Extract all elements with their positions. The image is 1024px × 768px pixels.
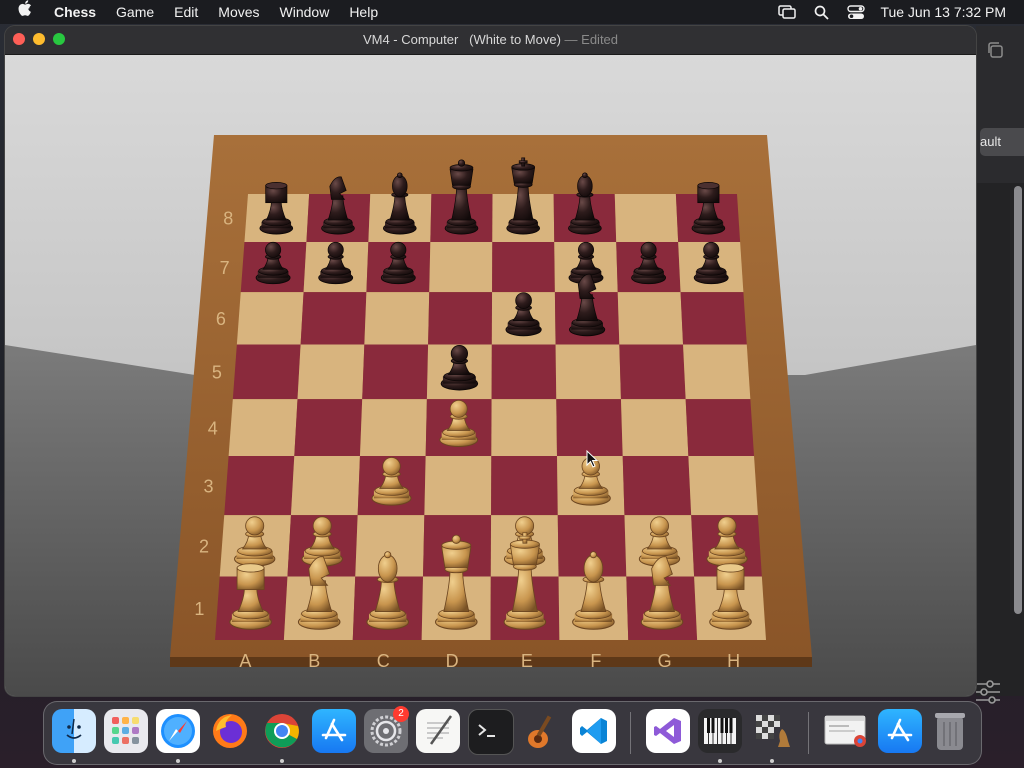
square-a6[interactable]: [236, 292, 304, 345]
rank-label-5: 5: [212, 363, 222, 383]
square-a5[interactable]: [232, 344, 301, 400]
launchpad-icon[interactable]: [104, 709, 148, 753]
square-a3[interactable]: [224, 456, 295, 516]
menu-moves[interactable]: Moves: [208, 0, 269, 24]
default-button[interactable]: ault: [980, 128, 1024, 156]
textedit-icon[interactable]: [416, 709, 460, 753]
vscode-icon[interactable]: [572, 709, 616, 753]
square-e7[interactable]: [492, 241, 555, 293]
square-g4[interactable]: [620, 399, 689, 457]
file-label-e: E: [521, 651, 533, 671]
square-d7[interactable]: [429, 241, 493, 293]
trash-icon[interactable]: [928, 709, 972, 753]
square-b4[interactable]: [294, 399, 363, 457]
menu-help[interactable]: Help: [339, 0, 388, 24]
background-window[interactable]: ault: [976, 26, 1024, 704]
rank-label-1: 1: [194, 599, 204, 619]
finder-running-indicator: [72, 759, 76, 763]
rank-label-3: 3: [203, 476, 213, 496]
app-store-2-icon[interactable]: [878, 709, 922, 753]
file-label-h: H: [727, 651, 740, 671]
dock-separator-2: [808, 712, 809, 754]
square-c5[interactable]: [362, 344, 429, 400]
rank-label-4: 4: [208, 418, 218, 438]
square-e4[interactable]: [491, 399, 558, 457]
square-h3[interactable]: [688, 456, 758, 516]
sliders-icon[interactable]: [976, 678, 1002, 706]
window-title-text: VM4 - Computer (White to Move): [362, 32, 561, 47]
square-e3[interactable]: [491, 456, 558, 516]
window-edited-status: Edited: [581, 32, 619, 47]
chrome-icon[interactable]: [260, 709, 304, 753]
control-center-icon[interactable]: [838, 0, 874, 24]
square-b6[interactable]: [300, 292, 367, 345]
menu-bar-clock[interactable]: Tue Jun 13 7:32 PM: [874, 4, 1024, 20]
square-g3[interactable]: [622, 456, 692, 516]
square-e5[interactable]: [491, 344, 557, 400]
dock: 2: [43, 701, 982, 765]
square-b3[interactable]: [290, 456, 360, 516]
menu-app-name[interactable]: Chess: [44, 0, 106, 24]
file-label-a: A: [239, 651, 251, 671]
square-h5[interactable]: [683, 344, 751, 400]
square-d3[interactable]: [424, 456, 492, 516]
apple-menu-icon[interactable]: [0, 0, 44, 24]
file-label-g: G: [658, 651, 672, 671]
chrome-window-thumbnail-icon[interactable]: [824, 709, 868, 753]
square-d6[interactable]: [428, 292, 493, 345]
square-h6[interactable]: [680, 292, 747, 345]
menu-bar: Chess Game Edit Moves Window Help Tue Ju…: [0, 0, 1024, 24]
rank-label-6: 6: [216, 309, 226, 329]
rank-label-8: 8: [223, 209, 233, 229]
file-label-c: C: [377, 651, 390, 671]
chrome-running-indicator: [280, 759, 284, 763]
menu-edit[interactable]: Edit: [164, 0, 208, 24]
board-squares[interactable]: [215, 194, 766, 640]
piano-app-icon[interactable]: [698, 709, 742, 753]
scrollbar[interactable]: [1014, 186, 1022, 614]
rank-label-2: 2: [199, 537, 209, 557]
square-g5[interactable]: [619, 344, 686, 400]
square-g8[interactable]: [614, 194, 679, 242]
terminal-icon[interactable]: [468, 709, 514, 755]
chess-scene[interactable]: 8 7 6 5 4 3 2 1 A B C D E F G H: [5, 55, 976, 696]
visual-studio-icon[interactable]: [646, 709, 690, 753]
spotlight-search-icon[interactable]: [805, 0, 838, 24]
rank-label-7: 7: [220, 258, 230, 278]
dock-separator: [630, 712, 631, 754]
file-label-b: B: [308, 651, 320, 671]
firefox-icon[interactable]: [208, 709, 252, 753]
square-c4[interactable]: [359, 399, 427, 457]
window-title-separator: —: [560, 32, 582, 47]
menu-game[interactable]: Game: [106, 0, 164, 24]
finder-icon[interactable]: [52, 709, 96, 753]
square-g6[interactable]: [617, 292, 684, 345]
menu-window[interactable]: Window: [270, 0, 340, 24]
safari-icon[interactable]: [156, 709, 200, 753]
chess-running-indicator: [770, 759, 774, 763]
chess-app-icon[interactable]: [750, 709, 794, 753]
garageband-icon[interactable]: [520, 709, 564, 753]
square-h4[interactable]: [685, 399, 755, 457]
square-a4[interactable]: [228, 399, 298, 457]
piano-running-indicator: [718, 759, 722, 763]
window-title-bar[interactable]: VM4 - Computer (White to Move) — Edited: [5, 26, 976, 55]
system-settings-badge: 2: [393, 706, 409, 722]
window-title: VM4 - Computer (White to Move) — Edited: [5, 32, 976, 47]
chess-window: VM4 - Computer (White to Move) — Edited: [5, 26, 976, 696]
safari-running-indicator: [176, 759, 180, 763]
square-c6[interactable]: [364, 292, 430, 345]
file-label-d: D: [446, 651, 459, 671]
square-f5[interactable]: [555, 344, 621, 400]
file-label-f: F: [590, 651, 601, 671]
screen-mirroring-icon[interactable]: [769, 0, 805, 24]
app-store-icon[interactable]: [312, 709, 356, 753]
square-b5[interactable]: [297, 344, 365, 400]
copy-icon[interactable]: [986, 41, 1004, 59]
square-f4[interactable]: [556, 399, 623, 457]
